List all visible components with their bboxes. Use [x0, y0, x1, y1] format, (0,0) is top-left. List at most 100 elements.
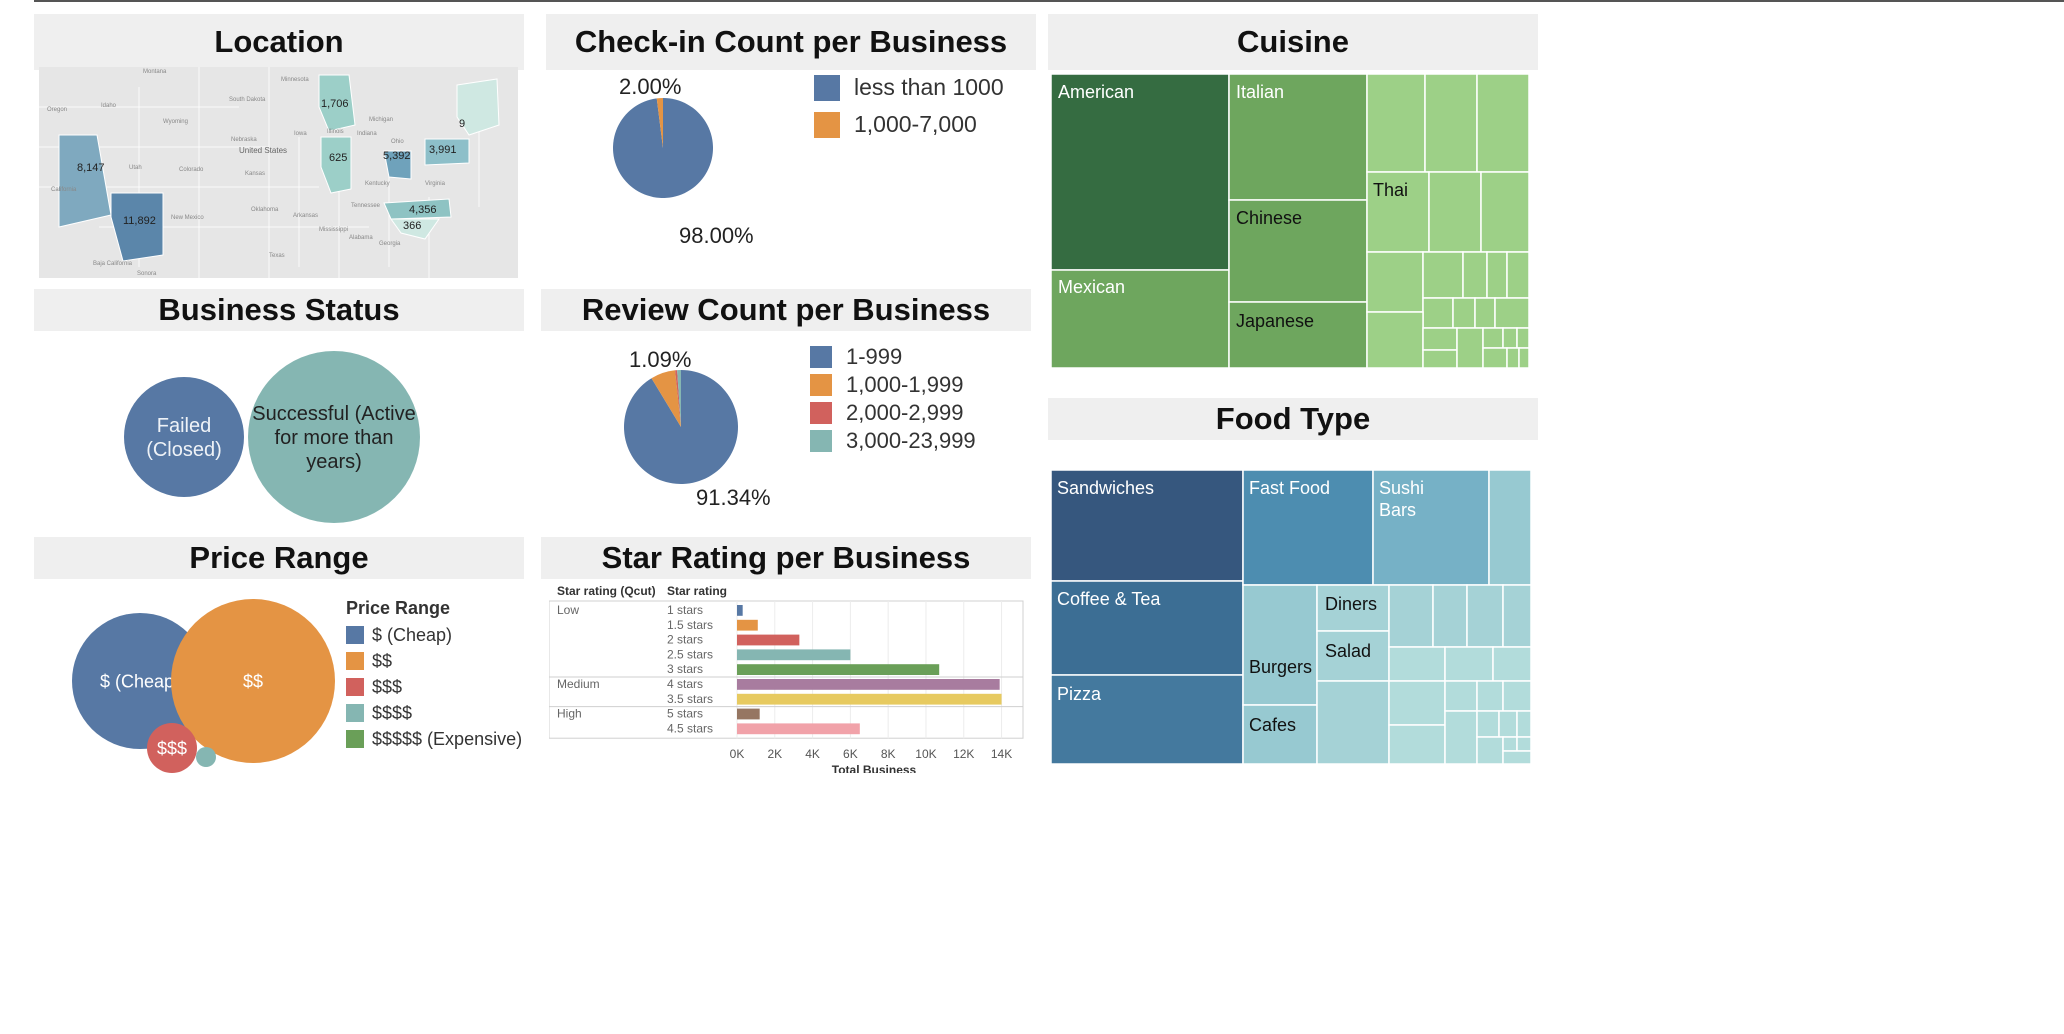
treemap-cell — [1422, 251, 1464, 299]
checkin-legend: less than 1000 1,000-7,000 — [814, 69, 1004, 143]
bar-x-axis-label: Total Business — [832, 763, 917, 773]
treemap-label: Chinese — [1236, 208, 1302, 228]
treemap-cell — [1502, 750, 1532, 764]
bubble-label: Failed — [157, 415, 211, 437]
price-legend: Price Range $ (Cheap) $$ $$$ $$$$ $$$$$ … — [346, 598, 522, 752]
star-bar-chart: Star rating (Qcut) Star ratingLow 1 stars1… — [549, 584, 1024, 773]
checkin-title: Check-in Count per Business — [546, 14, 1036, 70]
treemap-cell — [1518, 347, 1530, 369]
treemap-cell — [1498, 710, 1518, 738]
legend-item: $$$ — [346, 674, 522, 700]
legend-item: $$ — [346, 648, 522, 674]
map-place-label: Mississippi — [319, 227, 348, 233]
treemap-cell — [1506, 251, 1530, 299]
legend-label: $$$$$ (Expensive) — [372, 728, 523, 749]
legend-label: less than 1000 — [854, 74, 1004, 100]
legend-swatch — [346, 730, 364, 748]
treemap-cell — [1366, 74, 1426, 173]
treemap-cell — [1494, 297, 1530, 329]
review-panel: Review Count per Business 1.09% 91.34% 1… — [541, 289, 1031, 529]
treemap-cell — [1502, 736, 1518, 752]
treemap-cell — [1476, 710, 1500, 738]
map-value-label: 9 — [459, 118, 465, 130]
legend-swatch — [346, 704, 364, 722]
treemap-cell — [1506, 347, 1520, 369]
treemap-cell — [1444, 680, 1478, 712]
treemap-cell — [1502, 584, 1532, 648]
treemap-label: Diners — [1325, 594, 1377, 614]
bar-column-header: Star rating (Qcut) — [557, 584, 656, 598]
bar-x-tick-label: 8K — [881, 747, 896, 761]
price-panel: Price Range $ (Cheap) $$ $$$ Price Range $… — [34, 537, 524, 777]
bar-group-label: Low — [557, 603, 579, 617]
star-panel: Star Rating per Business Star rating (Qc… — [541, 537, 1031, 777]
treemap-cell — [1466, 584, 1504, 648]
legend-item: 1-999 — [810, 343, 976, 371]
review-title: Review Count per Business — [541, 289, 1031, 331]
bar — [737, 605, 743, 616]
price-bubble-chart: $ (Cheap) $$$$$ — [72, 599, 335, 773]
legend-label: 1,000-1,999 — [846, 372, 964, 397]
map-value-label: 366 — [403, 220, 421, 232]
review-slice-label: 91.34% — [696, 485, 771, 510]
review-pie-chart — [624, 370, 738, 484]
map-place-label: Ohio — [391, 139, 404, 145]
checkin-slice-label: 2.00% — [619, 74, 682, 99]
legend-swatch — [810, 374, 832, 396]
bubble — [124, 377, 244, 497]
map-place-label: United States — [239, 146, 287, 155]
review-legend: 1-999 1,000-1,999 2,000-2,999 3,000-23,9… — [810, 343, 976, 455]
status-title: Business Status — [34, 289, 524, 331]
map-place-label: New Mexico — [171, 215, 204, 221]
status-bubble-chart: Failed(Closed) Successful (Activefor more… — [124, 351, 420, 523]
map-place-label: Oklahoma — [251, 207, 279, 213]
treemap-cell — [1242, 584, 1318, 706]
foodtype-panel: Food Type Sandwiches Fast Food Sushi Bars Co… — [1048, 398, 1538, 768]
bar-row-label: 3.5 stars — [667, 692, 713, 706]
location-title: Location — [34, 14, 524, 70]
map-place-label: Indiana — [357, 131, 377, 137]
treemap-cell — [1488, 470, 1532, 586]
treemap-cell — [1432, 584, 1468, 648]
checkin-slice-label: 98.00% — [679, 223, 754, 248]
treemap-label: Pizza — [1057, 684, 1102, 704]
legend-label: $$$ — [372, 676, 403, 697]
treemap-label: Cafes — [1249, 715, 1296, 735]
treemap-cell — [1516, 327, 1530, 349]
bar-x-tick-label: 4K — [805, 747, 820, 761]
map-value-label: 4,356 — [409, 204, 437, 216]
treemap-cell — [1366, 311, 1424, 369]
map-value-label: 8,147 — [77, 162, 105, 174]
bubble-label: $$ — [243, 671, 263, 691]
treemap-cell — [1051, 74, 1230, 271]
map-value-label: 5,392 — [383, 150, 411, 162]
treemap-cell — [1316, 680, 1390, 764]
location-panel: Location Montana Minnesota Oregon Idaho … — [34, 14, 524, 284]
foodtype-treemap: Sandwiches Fast Food SushiBars Coffee & Tea… — [1051, 470, 1532, 764]
price-legend-title: Price Range — [346, 598, 451, 618]
map-place-label: Arkansas — [293, 213, 318, 219]
bar-row-label: 2.5 stars — [667, 647, 713, 661]
treemap-cell — [1482, 347, 1508, 369]
map-place-label: Sonora — [137, 271, 157, 277]
treemap-cell — [1476, 736, 1504, 764]
treemap-cell — [1388, 646, 1446, 682]
legend-swatch — [346, 626, 364, 644]
map-place-label: Baja California — [93, 261, 133, 267]
checkin-pie-chart — [613, 98, 713, 198]
map-place-label: Minnesota — [281, 77, 309, 83]
legend-label: $$ — [372, 650, 393, 671]
bar-x-tick-label: 12K — [953, 747, 974, 761]
bar — [737, 679, 1000, 690]
bubble-label: years) — [306, 451, 362, 473]
treemap-cell — [1492, 646, 1532, 682]
map-place-label: Georgia — [379, 241, 401, 247]
treemap-cell — [1462, 251, 1488, 299]
treemap-label: Sushi — [1379, 478, 1424, 498]
treemap-label: Coffee & Tea — [1057, 589, 1161, 609]
legend-item: 2,000-2,999 — [810, 399, 976, 427]
bar-x-tick-label: 6K — [843, 747, 858, 761]
map-value-label: 11,892 — [123, 215, 156, 227]
treemap-label: Sandwiches — [1057, 478, 1154, 498]
treemap-label: Fast Food — [1249, 478, 1330, 498]
